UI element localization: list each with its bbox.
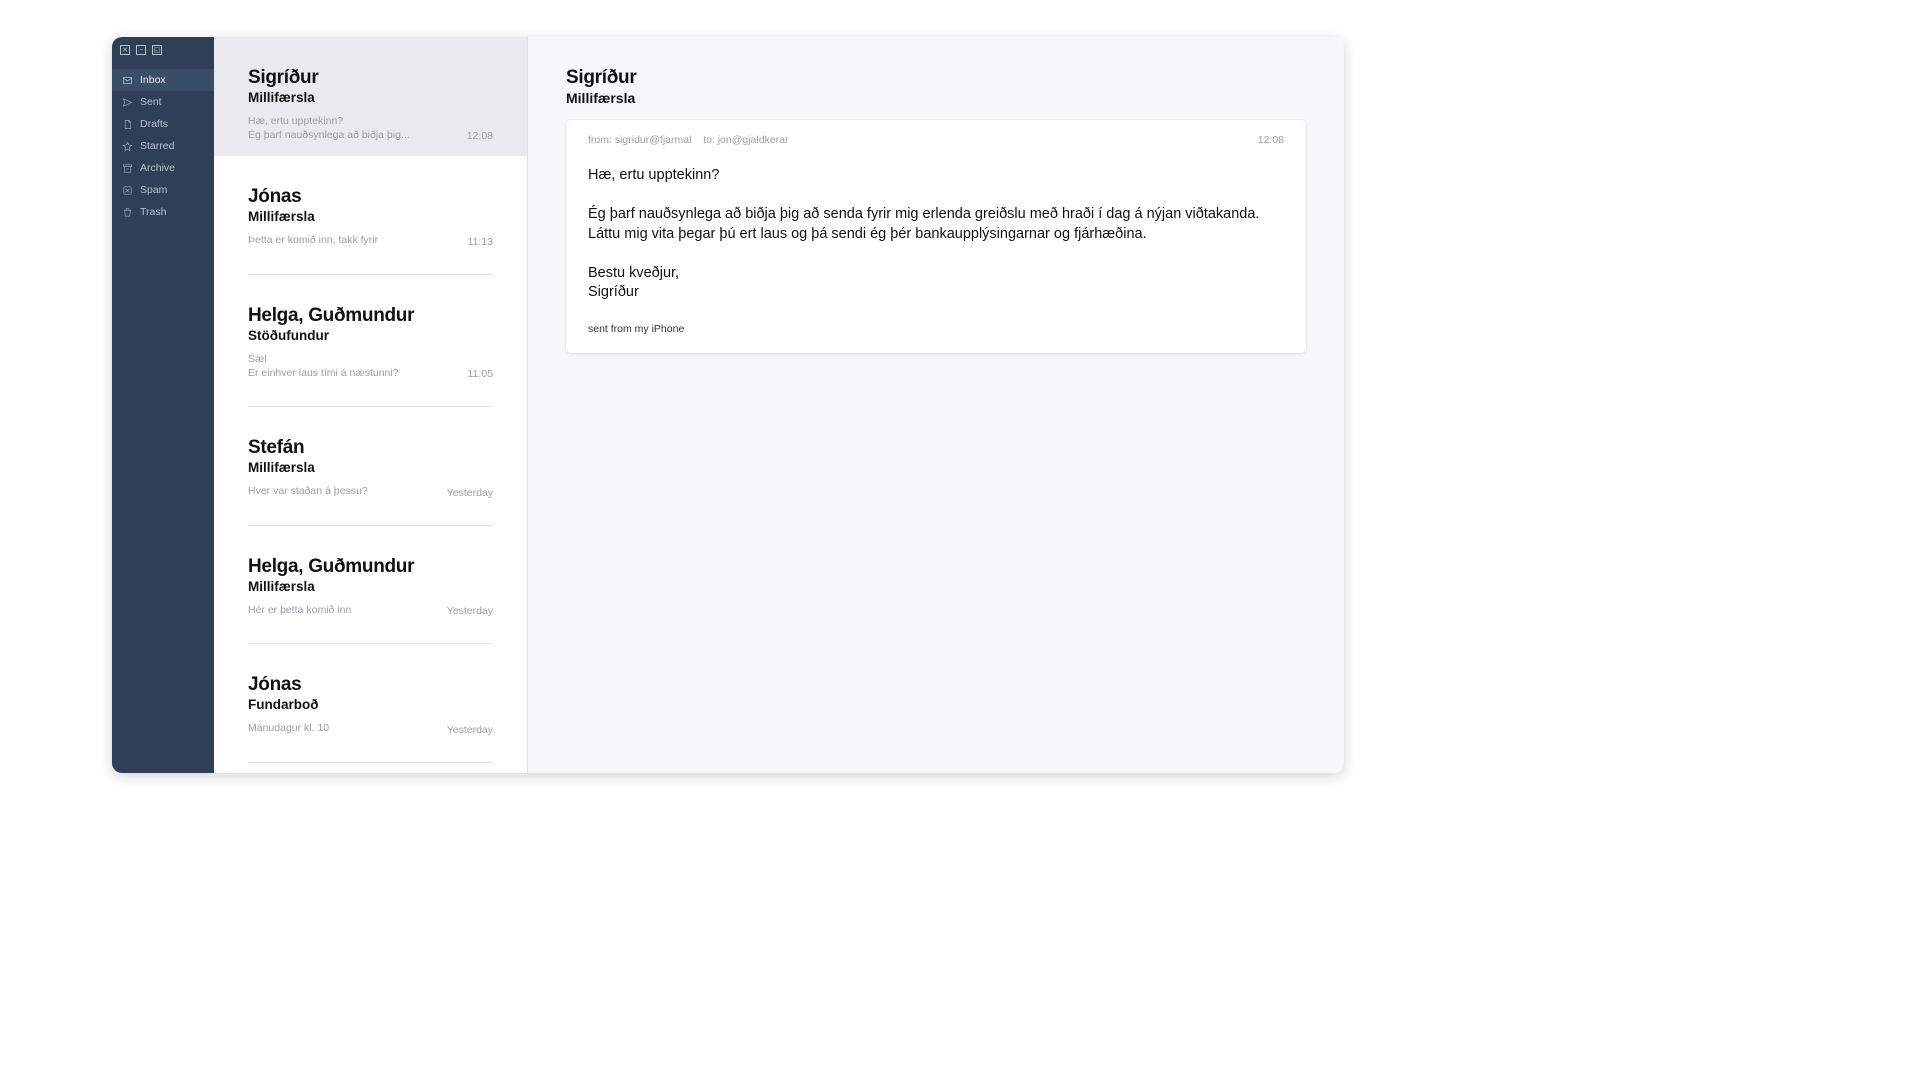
- reading-body: Hæ, ertu upptekinn? Ég þarf nauðsynlega …: [588, 166, 1284, 303]
- message-preview: Hæ, ertu upptekinn? Ég þarf nauðsynlega …: [248, 115, 493, 142]
- sidebar-item-inbox[interactable]: Inbox: [112, 69, 214, 91]
- message-item[interactable]: JónasFundarboðMánudagur kl. 10Yesterday: [214, 644, 527, 750]
- sidebar-item-sent[interactable]: Sent: [112, 91, 214, 113]
- reading-sender: Sigríður: [566, 67, 1306, 89]
- reading-footer: sent from my iPhone: [588, 323, 1284, 335]
- message-sender: Sigríður: [248, 67, 493, 89]
- maximize-window-button[interactable]: ◱: [152, 45, 162, 55]
- message-subject: Fundarboð: [248, 697, 493, 712]
- message-subject: Millifærsla: [248, 579, 493, 594]
- close-window-button[interactable]: ✕: [120, 45, 130, 55]
- spam-icon: [122, 185, 133, 196]
- message-subject: Millifærsla: [248, 460, 493, 475]
- message-time: Yesterday: [447, 487, 493, 499]
- message-subject: Stöðufundur: [248, 328, 493, 343]
- folder-label: Starred: [140, 140, 174, 152]
- archive-icon: [122, 163, 133, 174]
- message-list[interactable]: SigríðurMillifærslaHæ, ertu upptekinn? É…: [214, 37, 528, 773]
- message-item[interactable]: Guðmundur, Pétur: [214, 763, 527, 773]
- from-address: sigridur@fjarmal: [615, 134, 692, 146]
- file-icon: [122, 119, 133, 130]
- message-item[interactable]: Helga, GuðmundurStöðufundur Sæl Er einhve…: [214, 275, 527, 394]
- reading-time: 12:08: [1258, 134, 1284, 146]
- folder-label: Spam: [140, 184, 167, 196]
- send-icon: [122, 97, 133, 108]
- message-sender: Jónas: [248, 186, 493, 208]
- mail-icon: [122, 75, 133, 86]
- window-controls: ✕ − ◱: [112, 37, 214, 63]
- sidebar: ✕ − ◱ Inbox Sent Drafts Starred Archive Spam T…: [112, 37, 214, 773]
- message-preview: Sæl Er einhver laus tími á næstunni?: [248, 353, 493, 380]
- sidebar-item-archive[interactable]: Archive: [112, 157, 214, 179]
- message-sender: Jónas: [248, 674, 493, 696]
- message-item[interactable]: SigríðurMillifærsla Hæ, ertu upptekinn? É…: [214, 37, 527, 156]
- reading-meta: from: sigridur@fjarmal to: jon@gjaldkera…: [588, 134, 1284, 146]
- folder-label: Archive: [140, 162, 175, 174]
- minimize-window-button[interactable]: −: [136, 45, 146, 55]
- to-label: to:: [703, 134, 715, 146]
- sidebar-item-starred[interactable]: Starred: [112, 135, 214, 157]
- message-item[interactable]: JónasMillifærsla Þetta er komið inn, takk…: [214, 156, 527, 262]
- trash-icon: [122, 207, 133, 218]
- message-time: Yesterday: [447, 724, 493, 736]
- message-item[interactable]: Helga, GuðmundurMillifærslaHér er þetta …: [214, 526, 527, 632]
- sidebar-item-drafts[interactable]: Drafts: [112, 113, 214, 135]
- reading-subject: Millifærsla: [566, 90, 1306, 106]
- message-item[interactable]: StefánMillifærslaHver var staðan á þessu…: [214, 407, 527, 513]
- star-icon: [122, 141, 133, 152]
- message-sender: Helga, Guðmundur: [248, 556, 493, 578]
- to-address: jon@gjaldkerar: [718, 134, 789, 146]
- reading-pane: Sigríður Millifærsla from: sigridur@fjar…: [528, 37, 1344, 773]
- message-time: 12:08: [467, 130, 493, 142]
- folder-label: Inbox: [140, 74, 166, 86]
- from-label: from:: [588, 134, 612, 146]
- folder-list: Inbox Sent Drafts Starred Archive Spam Trash: [112, 69, 214, 223]
- folder-label: Drafts: [140, 118, 168, 130]
- message-time: 11:05: [468, 368, 494, 380]
- message-sender: Stefán: [248, 437, 493, 459]
- message-time: 11:13: [468, 236, 494, 248]
- message-sender: Helga, Guðmundur: [248, 305, 493, 327]
- sidebar-item-trash[interactable]: Trash: [112, 201, 214, 223]
- message-time: Yesterday: [447, 605, 493, 617]
- folder-label: Trash: [140, 206, 166, 218]
- reading-card: from: sigridur@fjarmal to: jon@gjaldkera…: [566, 120, 1306, 353]
- app-window: ✕ − ◱ Inbox Sent Drafts Starred Archive Spam T…: [112, 37, 1344, 773]
- message-subject: Millifærsla: [248, 209, 493, 224]
- folder-label: Sent: [140, 96, 162, 108]
- message-subject: Millifærsla: [248, 90, 493, 105]
- sidebar-item-spam[interactable]: Spam: [112, 179, 214, 201]
- message-preview: Þetta er komið inn, takk fyrir: [248, 234, 493, 248]
